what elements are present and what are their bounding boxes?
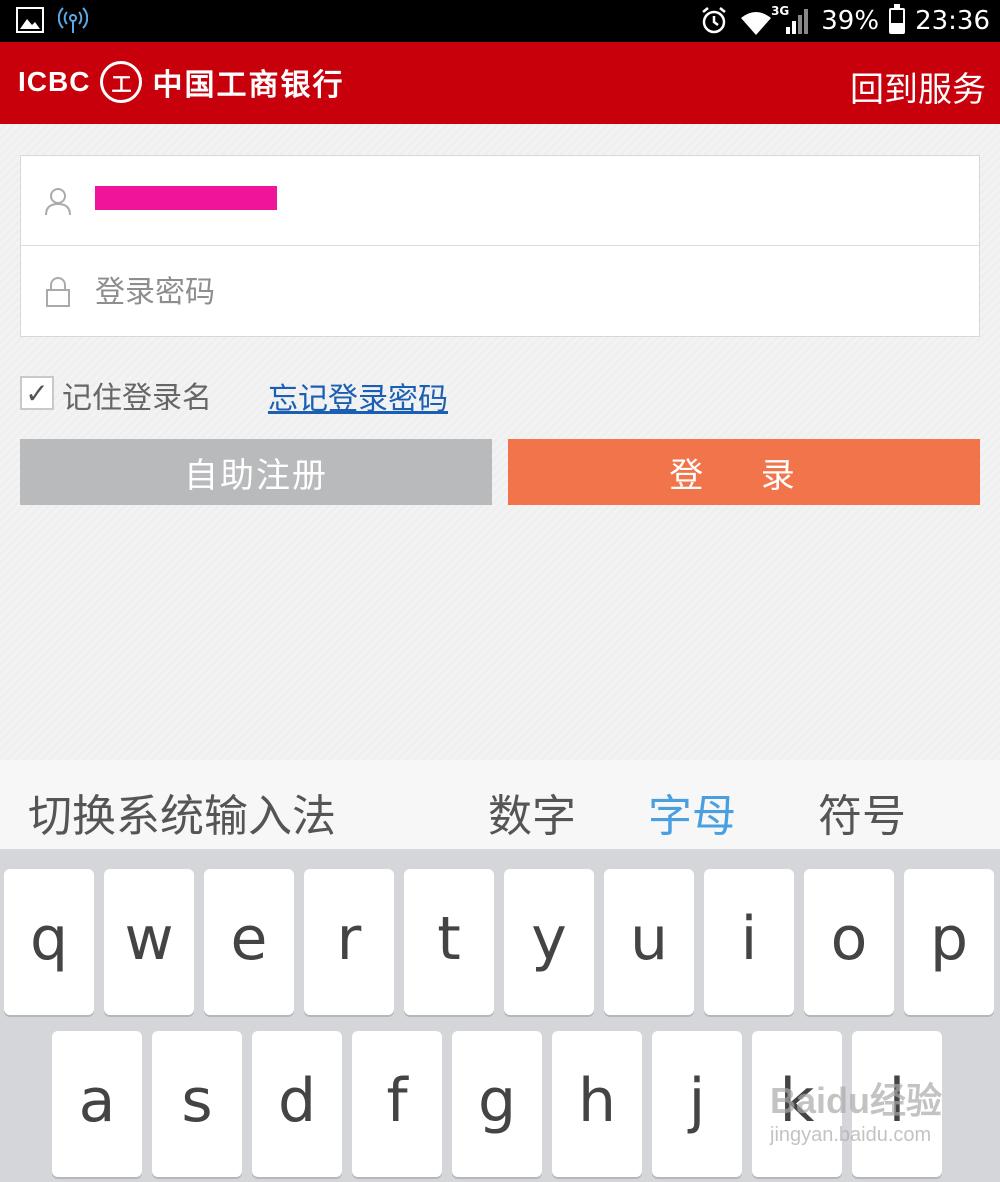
username-row[interactable] — [21, 156, 979, 246]
key-d[interactable]: d — [252, 1031, 342, 1177]
key-g[interactable]: g — [452, 1031, 542, 1177]
key-s[interactable]: s — [152, 1031, 242, 1177]
user-icon — [45, 187, 71, 215]
key-h[interactable]: h — [552, 1031, 642, 1177]
clock: 23:36 — [915, 6, 990, 36]
remember-label: 记住登录名 — [62, 381, 212, 410]
baidu-watermark: Baidu经验 jingyan.baidu.com — [770, 1072, 942, 1147]
key-t[interactable]: t — [404, 869, 494, 1015]
key-q[interactable]: q — [4, 869, 94, 1015]
forgot-password-link[interactable]: 忘记登录密码 — [268, 374, 448, 418]
app-header: ICBC 工 中国工商银行 回到服务 — [0, 42, 1000, 124]
status-bar: 3G 39% 23:36 — [0, 0, 1000, 42]
key-e[interactable]: e — [204, 869, 294, 1015]
key-j[interactable]: j — [652, 1031, 742, 1177]
letter-mode-tab[interactable]: 字母 — [648, 780, 736, 844]
network-type-label: 3G — [771, 4, 790, 18]
icbc-logo: ICBC 工 中国工商银行 — [18, 60, 344, 104]
password-row[interactable] — [21, 247, 979, 337]
key-w[interactable]: w — [104, 869, 194, 1015]
password-input[interactable] — [95, 274, 595, 310]
login-button[interactable]: 登 录 — [508, 439, 980, 505]
switch-system-ime-button[interactable]: 切换系统输入法 — [28, 780, 336, 844]
key-a[interactable]: a — [52, 1031, 142, 1177]
symbol-mode-tab[interactable]: 符号 — [818, 780, 906, 844]
username-input[interactable] — [95, 185, 277, 210]
back-to-service-link[interactable]: 回到服务 — [850, 62, 986, 111]
watermark-sub: jingyan.baidu.com — [770, 1124, 932, 1146]
key-p[interactable]: p — [904, 869, 994, 1015]
key-u[interactable]: u — [604, 869, 694, 1015]
key-r[interactable]: r — [304, 869, 394, 1015]
number-mode-tab[interactable]: 数字 — [488, 780, 576, 844]
wifi-icon — [741, 12, 772, 35]
remember-username[interactable]: ✓ 记住登录名 — [20, 376, 212, 410]
lock-icon — [46, 277, 70, 307]
brand-cn: 中国工商银行 — [152, 68, 345, 103]
login-form — [20, 155, 980, 337]
remember-checkbox[interactable]: ✓ — [20, 376, 54, 410]
checkmark-icon: ✓ — [25, 376, 49, 410]
battery-percent: 39% — [821, 6, 880, 36]
alarm-icon — [702, 7, 727, 34]
key-o[interactable]: o — [804, 869, 894, 1015]
self-register-button[interactable]: 自助注册 — [20, 439, 492, 505]
key-f[interactable]: f — [352, 1031, 442, 1177]
key-y[interactable]: y — [504, 869, 594, 1015]
key-i[interactable]: i — [704, 869, 794, 1015]
signal-broadcast-icon — [58, 7, 88, 33]
keyboard-mode-bar: 切换系统输入法 数字 字母 符号 — [0, 760, 1000, 850]
login-form-area: ✓ 记住登录名 忘记登录密码 自助注册 登 录 — [0, 124, 1000, 760]
watermark-main: Baidu经验 — [770, 1080, 943, 1121]
battery-icon — [889, 4, 906, 34]
icbc-seal-icon: 工 — [100, 61, 143, 103]
brand-en: ICBC — [18, 66, 91, 97]
gallery-icon — [16, 7, 44, 33]
